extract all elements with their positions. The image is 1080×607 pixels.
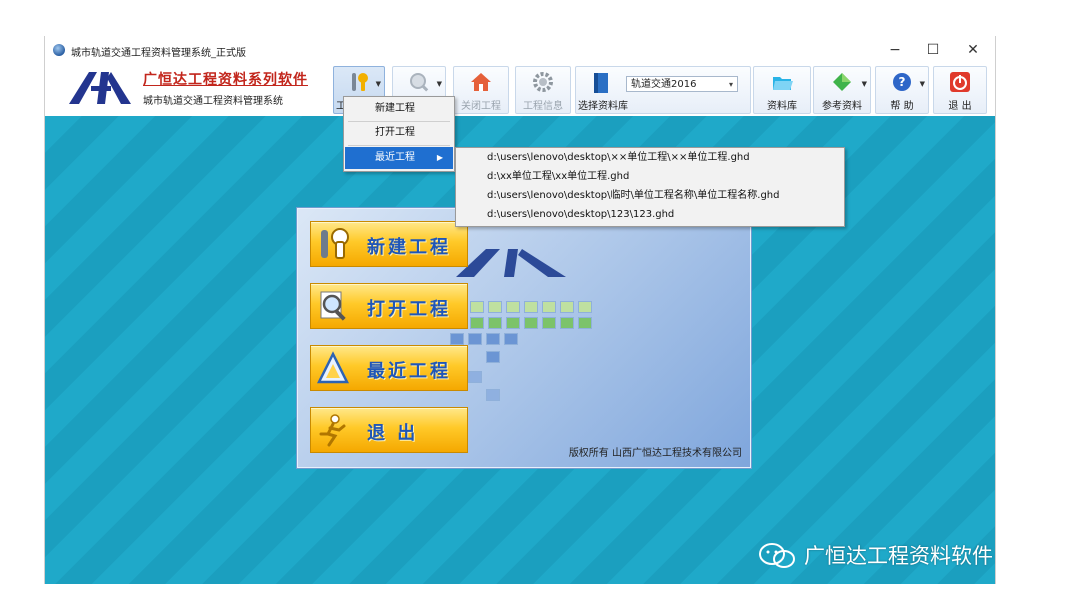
close-project-button[interactable]: 关闭工程 xyxy=(453,66,509,114)
big-exit-button[interactable]: 退 出 xyxy=(310,407,468,453)
reference-button[interactable]: ▼ 参考资料 xyxy=(813,66,871,114)
tools-icon xyxy=(352,73,368,91)
big-exit-label: 退 出 xyxy=(367,423,419,444)
chevron-down-icon: ▼ xyxy=(919,80,925,88)
triangle-ruler-icon xyxy=(316,351,350,384)
ghd-logo-icon xyxy=(69,72,131,104)
chevron-down-icon: ▼ xyxy=(861,80,867,88)
search-icon xyxy=(410,73,429,92)
project-dropdown-menu: 新建工程 打开工程 最近工程 ▶ xyxy=(343,96,455,172)
close-button[interactable]: ✕ xyxy=(958,40,988,60)
toolbar: 广恒达工程资料系列软件 城市轨道交通工程资料管理系统 ▼ 工 ▼ 关闭工程 工程… xyxy=(45,64,995,116)
watermark-text: 广恒达工程资料软件 xyxy=(804,544,993,568)
big-recent-project-label: 最近工程 xyxy=(367,361,451,382)
maximize-button[interactable]: ☐ xyxy=(918,40,948,60)
recent-project-item[interactable]: d:\users\lenovo\desktop\××单位工程\××单位工程.gh… xyxy=(457,148,843,167)
power-icon xyxy=(950,72,970,92)
project-info-button[interactable]: 工程信息 xyxy=(515,66,571,114)
select-library-label: 选择资料库 xyxy=(578,101,628,112)
minimize-button[interactable]: − xyxy=(880,40,910,60)
menu-item-recent-label: 最近工程 xyxy=(375,152,415,163)
svg-text:?: ? xyxy=(899,75,906,89)
app-window: 城市轨道交通工程资料管理系统_正式版 − ☐ ✕ 广恒达工程资料系列软件 城市轨… xyxy=(44,36,996,584)
wechat-icon xyxy=(759,543,795,568)
menu-item-new-project[interactable]: 新建工程 xyxy=(345,98,453,120)
recent-project-item[interactable]: d:\users\lenovo\desktop\123\123.ghd xyxy=(457,205,843,224)
close-project-label: 关闭工程 xyxy=(461,101,501,112)
chevron-down-icon: ▼ xyxy=(436,80,442,88)
project-info-label: 工程信息 xyxy=(523,101,563,112)
book-icon xyxy=(594,73,608,93)
select-library-group: 轨道交通2016 ▾ 选择资料库 xyxy=(575,66,751,114)
runner-icon xyxy=(319,414,346,447)
title-bar: 城市轨道交通工程资料管理系统_正式版 − ☐ ✕ xyxy=(45,36,995,64)
window-title: 城市轨道交通工程资料管理系统_正式版 xyxy=(71,48,246,59)
tools-icon xyxy=(321,228,349,259)
folder-icon xyxy=(773,77,793,90)
library-label: 资料库 xyxy=(767,101,797,112)
menu-separator xyxy=(348,145,450,146)
reference-label: 参考资料 xyxy=(822,101,862,112)
exit-label: 退 出 xyxy=(948,101,972,112)
exit-button[interactable]: 退 出 xyxy=(933,66,987,114)
brand-title: 广恒达工程资料系列软件 xyxy=(143,72,308,88)
big-new-project-button[interactable]: 新建工程 xyxy=(310,221,468,267)
gear-icon xyxy=(533,72,553,92)
library-select[interactable]: 轨道交通2016 ▾ xyxy=(626,76,738,92)
chevron-right-icon: ▶ xyxy=(436,153,443,162)
help-label: 帮 助 xyxy=(890,101,914,112)
chevron-down-icon: ▾ xyxy=(728,80,733,89)
big-open-project-label: 打开工程 xyxy=(367,299,451,320)
help-button[interactable]: ? ▼ 帮 助 xyxy=(875,66,929,114)
chevron-down-icon: ▼ xyxy=(375,80,381,88)
library-select-value: 轨道交通2016 xyxy=(631,79,697,90)
recent-projects-submenu: d:\users\lenovo\desktop\××单位工程\××单位工程.gh… xyxy=(455,147,845,227)
big-open-project-button[interactable]: 打开工程 xyxy=(310,283,468,329)
home-icon xyxy=(471,73,491,91)
diamond-icon xyxy=(833,73,851,91)
recent-project-item[interactable]: d:\users\lenovo\desktop\临时\单位工程名称\单位工程名称… xyxy=(457,186,843,205)
start-panel: 新建工程 打开工程 最近工程 退 出 版权所有 山西广恒达工程技术有限公司 xyxy=(297,208,751,468)
menu-item-open-project[interactable]: 打开工程 xyxy=(345,122,453,144)
big-recent-project-button[interactable]: 最近工程 xyxy=(310,345,468,391)
help-icon: ? xyxy=(893,73,911,91)
app-globe-icon xyxy=(53,44,65,56)
search-icon xyxy=(320,291,346,321)
recent-project-item[interactable]: d:\xx单位工程\xx单位工程.ghd xyxy=(457,167,843,186)
brand-subtitle: 城市轨道交通工程资料管理系统 xyxy=(143,96,283,107)
menu-item-recent-projects[interactable]: 最近工程 ▶ xyxy=(345,147,453,169)
copyright-text: 版权所有 山西广恒达工程技术有限公司 xyxy=(568,448,742,459)
ghd-logo-icon xyxy=(456,249,566,277)
big-new-project-label: 新建工程 xyxy=(367,237,451,258)
library-button[interactable]: 资料库 xyxy=(753,66,811,114)
